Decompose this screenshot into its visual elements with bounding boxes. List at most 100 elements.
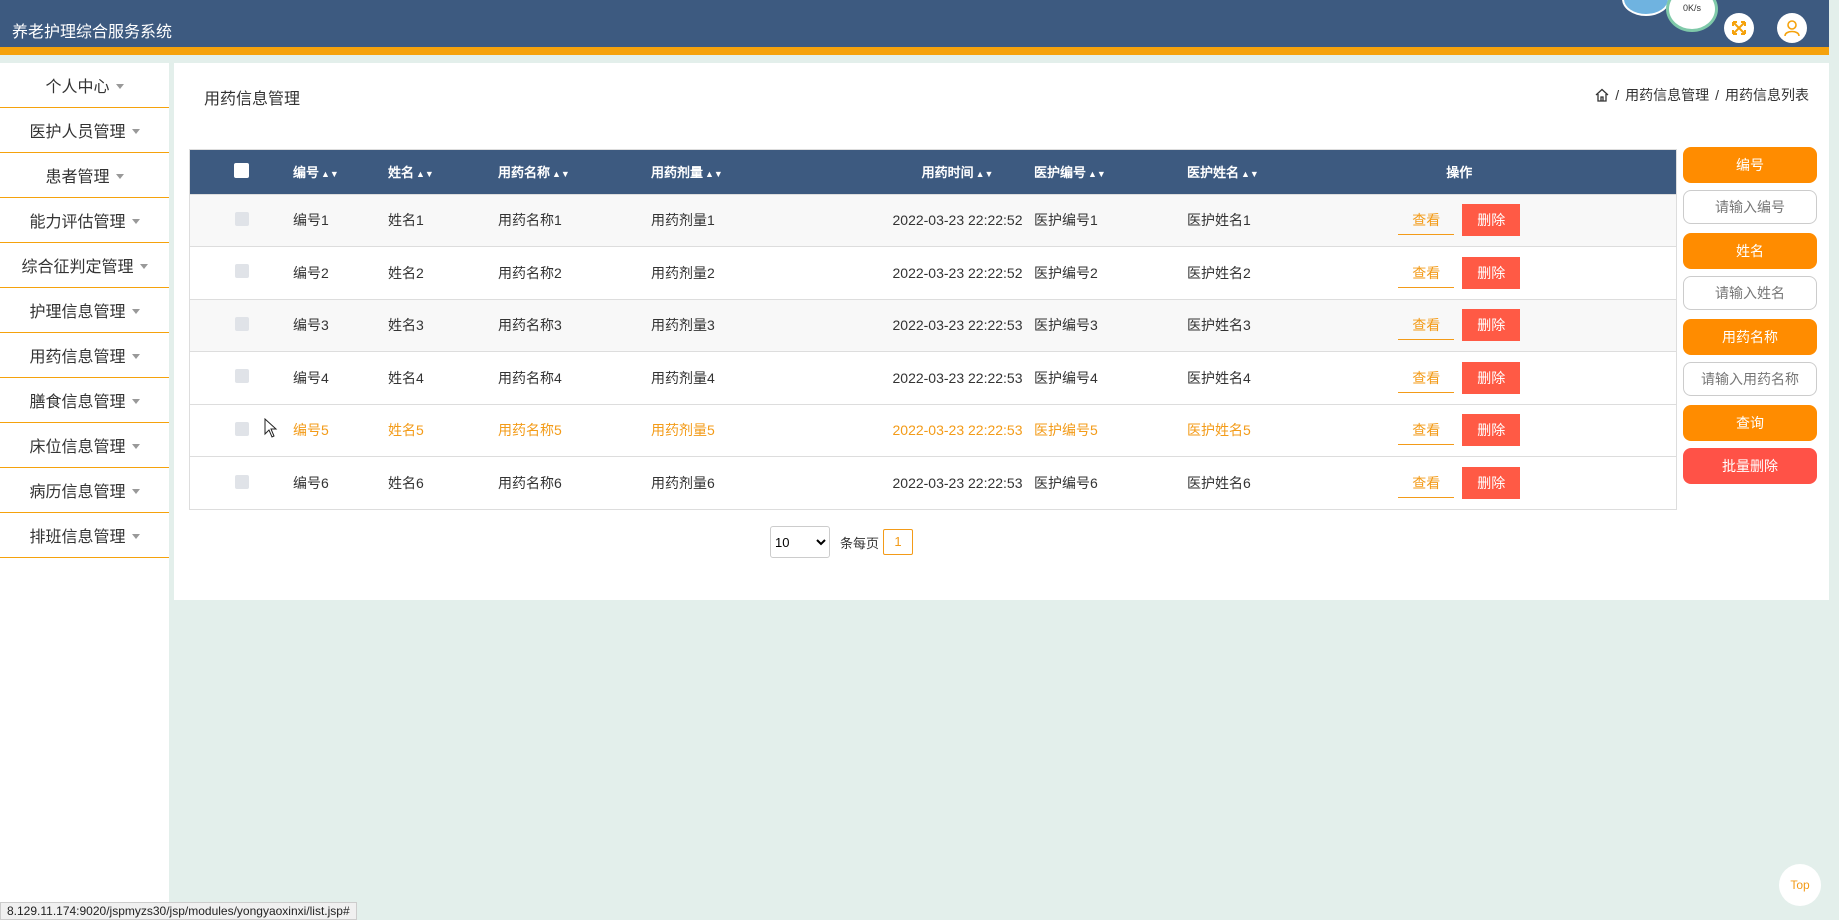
- cell-staff-name: 医护姓名1: [1187, 212, 1251, 229]
- chevron-down-icon: [131, 128, 140, 134]
- row-checkbox[interactable]: [234, 316, 249, 331]
- table-row: 编号1 姓名1 用药名称1 用药剂量1 2022-03-23 22:22:52 …: [190, 194, 1676, 247]
- table-row: 编号2 姓名2 用药名称2 用药剂量2 2022-03-23 22:22:52 …: [190, 246, 1676, 299]
- chevron-down-icon: [115, 173, 124, 179]
- breadcrumb-separator: /: [1715, 87, 1719, 103]
- cell-dosage: 用药剂量6: [651, 475, 715, 491]
- drug-name-search-input[interactable]: [1683, 362, 1817, 396]
- cell-staff-id: 医护编号2: [1034, 264, 1098, 281]
- back-to-top-button[interactable]: Top: [1779, 864, 1821, 906]
- name-search-label: 姓名: [1683, 233, 1817, 269]
- sidebar: 个人中心 医护人员管理 患者管理 能力评估管理 综合征判定管理 护理信息管理 用…: [0, 63, 169, 918]
- sort-icon: ▲▼: [1241, 169, 1259, 180]
- cell-id: 编号1: [293, 212, 329, 229]
- sidebar-item-syndrome[interactable]: 综合征判定管理: [0, 243, 169, 288]
- cell-drug-name: 用药名称2: [498, 264, 562, 281]
- row-checkbox[interactable]: [234, 264, 249, 279]
- breadcrumb-separator: /: [1615, 87, 1620, 103]
- id-search-input[interactable]: [1683, 190, 1817, 224]
- fullscreen-button[interactable]: [1724, 13, 1754, 43]
- delete-button[interactable]: 删除: [1462, 256, 1521, 289]
- cell-staff-id: 医护编号4: [1034, 369, 1098, 386]
- network-speed-text: 0K/s: [1682, 3, 1701, 13]
- breadcrumb: / 用药信息管理 / 用药信息列表: [1595, 85, 1809, 105]
- chevron-down-icon: [131, 443, 140, 449]
- page-size-select[interactable]: 10: [770, 526, 830, 558]
- page-title: 用药信息管理: [204, 91, 301, 108]
- cell-id: 编号5: [293, 422, 329, 439]
- sidebar-item-medical-record[interactable]: 病历信息管理: [0, 468, 169, 513]
- cell-drug-name: 用药名称6: [498, 475, 562, 491]
- cell-time: 2022-03-23 22:22:53: [892, 369, 1023, 386]
- column-header-time[interactable]: 用药时间 ▲▼: [881, 150, 1034, 194]
- view-button[interactable]: 查看: [1398, 258, 1455, 288]
- sort-icon: ▲▼: [1088, 169, 1106, 180]
- view-button[interactable]: 查看: [1398, 363, 1455, 393]
- column-header-drug-name[interactable]: 用药名称 ▲▼: [498, 150, 651, 194]
- chevron-down-icon: [131, 488, 140, 494]
- delete-button[interactable]: 删除: [1462, 204, 1521, 237]
- column-header-name[interactable]: 姓名 ▲▼: [388, 150, 498, 194]
- table-row: 编号4 姓名4 用药名称4 用药剂量4 2022-03-23 22:22:53 …: [190, 351, 1676, 404]
- name-search-input[interactable]: [1683, 276, 1817, 310]
- medication-table: 编号 ▲▼ 姓名 ▲▼ 用药名称 ▲▼ 用药剂量 ▲▼ 用药时间 ▲▼ 医护编号 ▲▼ 医护…: [189, 149, 1677, 510]
- sidebar-item-bed[interactable]: 床位信息管理: [0, 423, 169, 468]
- cell-time: 2022-03-23 22:22:52: [892, 212, 1023, 229]
- cell-staff-id: 医护编号3: [1034, 317, 1098, 334]
- sort-icon: ▲▼: [321, 169, 339, 180]
- cell-name: 姓名1: [388, 212, 424, 229]
- row-checkbox[interactable]: [234, 211, 249, 226]
- network-indicator-dot: [1622, 0, 1670, 16]
- row-checkbox[interactable]: [234, 369, 249, 384]
- sidebar-item-medication[interactable]: 用药信息管理: [0, 333, 169, 378]
- cell-time: 2022-03-23 22:22:53: [892, 422, 1023, 439]
- row-checkbox[interactable]: [234, 421, 249, 436]
- sidebar-item-ability-assessment[interactable]: 能力评估管理: [0, 198, 169, 243]
- cell-id: 编号3: [293, 317, 329, 334]
- user-menu-button[interactable]: [1777, 13, 1807, 43]
- user-icon: [1784, 20, 1800, 37]
- cell-id: 编号6: [293, 475, 329, 491]
- query-button[interactable]: 查询: [1683, 405, 1817, 441]
- sidebar-item-nursing[interactable]: 护理信息管理: [0, 288, 169, 333]
- batch-delete-button[interactable]: 批量删除: [1683, 448, 1817, 484]
- cell-name: 姓名5: [388, 422, 424, 439]
- chevron-down-icon: [131, 533, 140, 539]
- cell-id: 编号2: [293, 264, 329, 281]
- select-all-checkbox[interactable]: [234, 162, 249, 178]
- delete-button[interactable]: 删除: [1462, 361, 1521, 394]
- main-content: 用药信息管理 / 用药信息管理 / 用药信息列表 编号 ▲▼ 姓名 ▲▼ 用药名称 ▲…: [174, 63, 1829, 600]
- cell-id: 编号4: [293, 369, 329, 386]
- cell-staff-name: 医护姓名4: [1187, 369, 1251, 386]
- chevron-down-icon: [115, 83, 124, 89]
- sidebar-item-medical-staff[interactable]: 医护人员管理: [0, 108, 169, 153]
- delete-button[interactable]: 删除: [1462, 467, 1521, 499]
- breadcrumb-module[interactable]: 用药信息管理: [1625, 85, 1709, 105]
- view-button[interactable]: 查看: [1398, 205, 1455, 236]
- expand-icon: [1732, 21, 1746, 35]
- row-checkbox[interactable]: [234, 474, 249, 489]
- column-header-id[interactable]: 编号 ▲▼: [293, 150, 388, 194]
- sidebar-item-patients[interactable]: 患者管理: [0, 153, 169, 198]
- column-header-dosage[interactable]: 用药剂量 ▲▼: [651, 150, 881, 194]
- column-header-staff-name[interactable]: 医护姓名 ▲▼: [1187, 150, 1387, 194]
- delete-button[interactable]: 删除: [1462, 414, 1521, 447]
- chevron-down-icon: [139, 263, 148, 269]
- cell-staff-name: 医护姓名5: [1187, 422, 1251, 439]
- home-icon[interactable]: [1595, 88, 1609, 102]
- column-header-staff-id[interactable]: 医护编号 ▲▼: [1034, 150, 1187, 194]
- delete-button[interactable]: 删除: [1462, 309, 1521, 342]
- view-button[interactable]: 查看: [1398, 468, 1455, 498]
- sidebar-item-diet[interactable]: 膳食信息管理: [0, 378, 169, 423]
- view-button[interactable]: 查看: [1398, 310, 1455, 341]
- cell-name: 姓名6: [388, 475, 424, 491]
- page-number-button[interactable]: 1: [883, 529, 914, 555]
- view-button[interactable]: 查看: [1398, 415, 1455, 446]
- cell-drug-name: 用药名称3: [498, 317, 562, 334]
- sidebar-item-schedule[interactable]: 排班信息管理: [0, 513, 169, 558]
- breadcrumb-current: 用药信息列表: [1725, 87, 1809, 103]
- top-header: 养老护理综合服务系统 0K/s: [0, 0, 1829, 55]
- cell-staff-name: 医护姓名3: [1187, 317, 1251, 334]
- chevron-down-icon: [131, 218, 140, 224]
- sidebar-item-personal-center[interactable]: 个人中心: [0, 63, 169, 108]
